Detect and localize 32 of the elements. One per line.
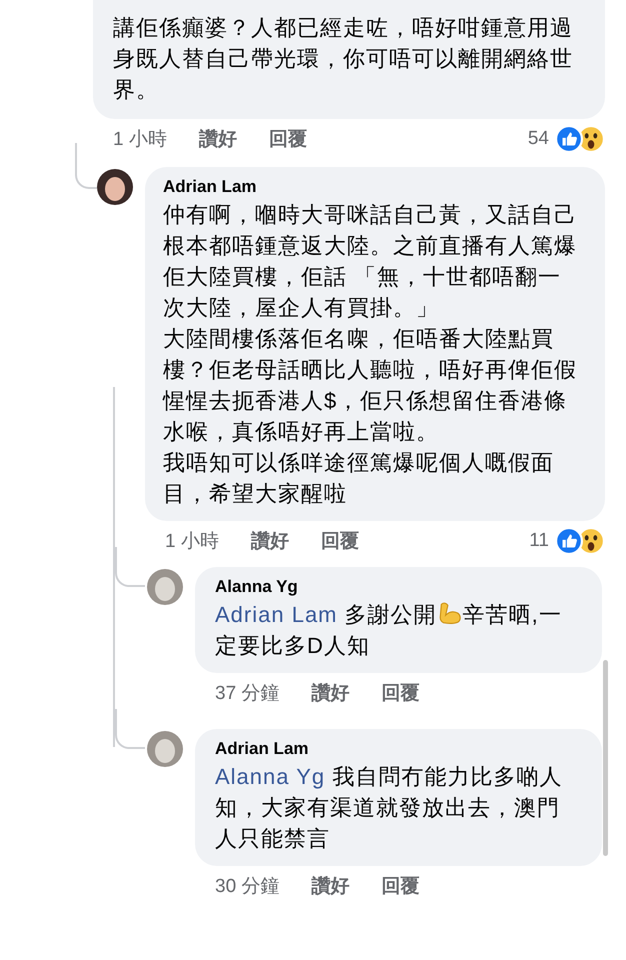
avatar	[147, 569, 183, 605]
timestamp: 30 分鐘	[215, 875, 280, 899]
author-name[interactable]: Adrian Lam	[215, 739, 572, 759]
reply-link[interactable]: 回覆	[320, 528, 359, 554]
avatar	[147, 731, 183, 767]
comment-text: 我唔知可以係咩途徑篤爆呢個人嘅假面目，希望大家醒啦	[163, 449, 555, 508]
comment-text: 仲有啊，嗰時大哥咪話自己黃，又話自己根本都唔鍾意返大陸。之前直播有人篤爆佢大陸買樓，佢話 「無，十世都唔翻一次大陸，屋企人有買掛。」	[163, 201, 578, 322]
like-link[interactable]: 讚好	[311, 680, 350, 706]
reaction-count: 54	[528, 128, 549, 150]
author-name[interactable]: Alanna Yg	[215, 577, 572, 597]
timestamp: 1 小時	[165, 530, 219, 554]
comment-text: 講佢係癲婆？人都已經走咗，唔好咁鍾意用過身既人替自己帶光環，你可唔可以離開網絡世界。	[113, 14, 574, 104]
thumbs-up-icon	[555, 125, 583, 153]
like-link[interactable]: 讚好	[311, 873, 350, 899]
author-name[interactable]: Adrian Lam	[163, 177, 581, 197]
comment-text: 大陸間樓係落佢名㗎，佢唔番大陸點買樓？佢老母話晒比人聽啦，唔好再俾佢假惺惺去扼香港人$，佢只係想留住香港條水喉，真係唔好再上當啦。	[163, 325, 578, 446]
flexed-arm-icon	[436, 600, 463, 626]
like-link[interactable]: 讚好	[198, 126, 237, 152]
mention-link[interactable]: Adrian Lam	[215, 602, 338, 627]
like-link[interactable]: 讚好	[250, 528, 289, 554]
reaction-count: 11	[529, 530, 549, 552]
mention-link[interactable]: Alanna Yg	[215, 764, 326, 789]
thumbs-up-icon	[555, 527, 583, 555]
reply-link[interactable]: 回覆	[381, 873, 420, 899]
reply-link[interactable]: 回覆	[381, 680, 420, 706]
reply-link[interactable]: 回覆	[268, 126, 307, 152]
comment-text: Alanna Yg 我自問冇能力比多啲人知，大家有渠道就發放出去，澳門人只能禁言	[215, 763, 564, 853]
avatar	[97, 169, 133, 205]
comment-text: Adrian Lam 多謝公開 辛苦晒,一定要比多D人知	[215, 599, 563, 660]
timestamp: 37 分鐘	[215, 682, 280, 706]
timestamp: 1 小時	[113, 128, 167, 152]
scrollbar[interactable]	[603, 660, 608, 856]
